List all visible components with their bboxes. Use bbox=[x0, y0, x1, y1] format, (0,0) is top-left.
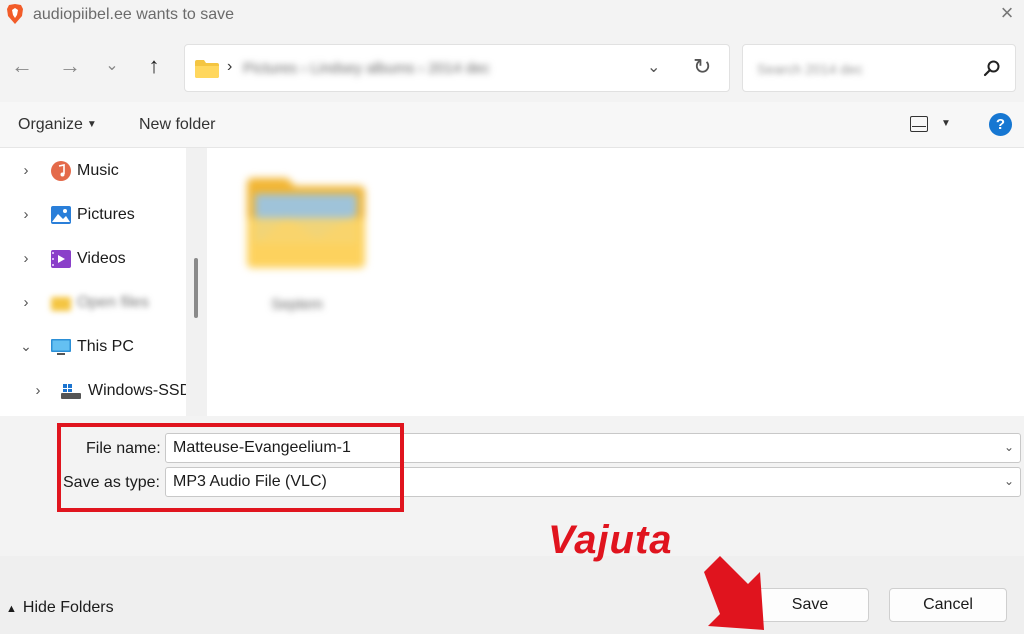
caret-down-icon: ▼ bbox=[86, 119, 97, 130]
file-name-field[interactable]: Matteuse-Evangeelium-1 ⌄ bbox=[165, 433, 1021, 463]
nav-label: Videos bbox=[77, 250, 126, 267]
navigation-scrollbar[interactable] bbox=[186, 148, 207, 416]
save-type-value[interactable]: MP3 Audio File (VLC) bbox=[173, 473, 327, 491]
red-arrow-annotation-icon bbox=[704, 556, 764, 630]
nav-item-music[interactable]: › Music bbox=[0, 156, 190, 188]
recent-locations-chevron-icon[interactable]: ⌄ bbox=[98, 52, 126, 80]
expand-chevron-icon[interactable]: › bbox=[20, 206, 32, 223]
save-type-label: Save as type: bbox=[63, 474, 160, 491]
nav-label: Pictures bbox=[77, 206, 135, 223]
cancel-button[interactable]: Cancel bbox=[889, 588, 1007, 622]
address-row: ← → ⌄ ↑ › Pictures › Lindsey albums › 20… bbox=[0, 36, 1024, 102]
nav-label: Music bbox=[77, 162, 119, 179]
search-input[interactable]: Search 2014 dec bbox=[757, 61, 863, 77]
nav-item-pictures[interactable]: › Pictures bbox=[0, 200, 190, 232]
file-name-label: File name: bbox=[86, 440, 161, 457]
expand-chevron-icon[interactable]: › bbox=[32, 382, 44, 399]
folder-icon bbox=[195, 60, 219, 78]
refresh-icon[interactable]: ↻ bbox=[693, 54, 711, 80]
folder-item-name[interactable]: Septem bbox=[271, 296, 323, 313]
annotation-label: Vajuta bbox=[548, 518, 673, 562]
help-icon[interactable]: ? bbox=[989, 113, 1012, 136]
file-name-input[interactable]: Matteuse-Evangeelium-1 bbox=[173, 439, 351, 457]
address-bar[interactable]: › Pictures › Lindsey albums › 2014 dec ⌄… bbox=[184, 44, 730, 92]
close-icon[interactable]: × bbox=[996, 2, 1018, 24]
scroll-thumb[interactable] bbox=[194, 258, 198, 318]
brave-logo-icon bbox=[7, 4, 23, 24]
file-list-area[interactable]: Septem bbox=[207, 148, 1024, 416]
navigation-pane: › Music › Pictures › Videos › Open files bbox=[0, 148, 207, 416]
view-layout-icon[interactable] bbox=[910, 116, 928, 132]
hide-folders-button[interactable]: ▲ Hide Folders bbox=[6, 599, 114, 617]
address-path[interactable]: Pictures › Lindsey albums › 2014 dec bbox=[243, 60, 490, 77]
organize-button[interactable]: Organize ▼ bbox=[18, 116, 97, 134]
new-folder-button[interactable]: New folder bbox=[139, 116, 215, 134]
expand-chevron-icon[interactable]: › bbox=[20, 294, 32, 311]
pictures-icon bbox=[51, 206, 71, 224]
up-arrow-icon[interactable]: ↑ bbox=[140, 52, 168, 80]
save-form: File name: Matteuse-Evangeelium-1 ⌄ Save… bbox=[0, 416, 1024, 556]
videos-icon bbox=[51, 250, 71, 268]
back-arrow-icon[interactable]: ← bbox=[8, 52, 36, 80]
address-dropdown-chevron-icon[interactable]: ⌄ bbox=[647, 57, 660, 77]
window-title: audiopiibel.ee wants to save bbox=[33, 6, 235, 23]
title-bar: audiopiibel.ee wants to save × bbox=[0, 0, 1024, 32]
nav-item-windows-ssd[interactable]: › Windows-SSD bbox=[0, 376, 192, 408]
save-type-select[interactable]: MP3 Audio File (VLC) ⌄ bbox=[165, 467, 1021, 497]
chevron-down-icon[interactable]: ⌄ bbox=[1004, 474, 1014, 488]
computer-icon bbox=[51, 339, 71, 355]
nav-item-this-pc[interactable]: ⌄ This PC bbox=[0, 332, 190, 364]
expand-chevron-icon[interactable]: › bbox=[20, 250, 32, 267]
expand-chevron-icon[interactable]: › bbox=[20, 162, 32, 179]
music-icon bbox=[51, 161, 71, 181]
forward-arrow-icon[interactable]: → bbox=[56, 52, 84, 80]
nav-label: Windows-SSD bbox=[88, 382, 192, 399]
drive-icon bbox=[61, 384, 81, 399]
chevron-down-icon[interactable]: ⌄ bbox=[1004, 440, 1014, 454]
nav-item-blurred-folder[interactable]: › Open files bbox=[0, 288, 190, 320]
path-separator-icon: › bbox=[227, 58, 233, 75]
search-box[interactable]: Search 2014 dec bbox=[742, 44, 1016, 92]
nav-label: Open files bbox=[77, 294, 150, 311]
footer-bar: ▲ Hide Folders Save Cancel bbox=[0, 556, 1024, 634]
nav-item-videos[interactable]: › Videos bbox=[0, 244, 190, 276]
caret-up-icon: ▲ bbox=[6, 603, 17, 615]
view-caret-down-icon[interactable]: ▼ bbox=[941, 118, 951, 129]
folder-icon[interactable] bbox=[247, 178, 365, 268]
search-icon[interactable] bbox=[983, 59, 1001, 77]
command-toolbar: Organize ▼ New folder ▼ ? bbox=[0, 102, 1024, 148]
collapse-chevron-icon[interactable]: ⌄ bbox=[20, 338, 32, 355]
nav-label: This PC bbox=[77, 338, 134, 355]
folder-icon bbox=[51, 297, 71, 311]
